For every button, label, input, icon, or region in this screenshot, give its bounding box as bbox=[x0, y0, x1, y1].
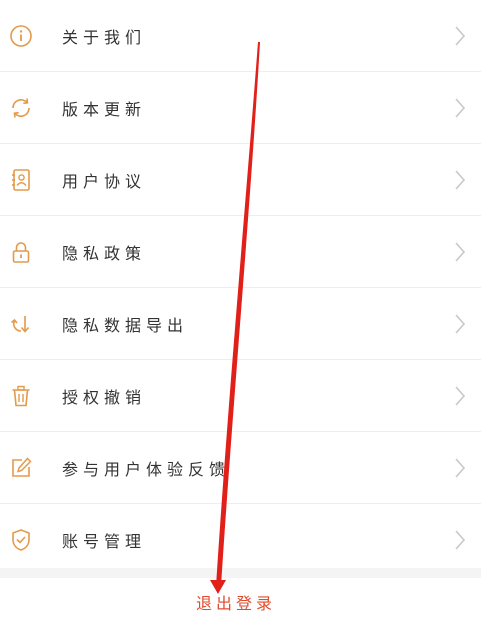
chevron-right-icon bbox=[453, 384, 467, 408]
menu-item-privacy-data-export[interactable]: 隐私数据导出 bbox=[0, 288, 481, 360]
settings-menu: 关于我们 版本更新 用户协议 隐私政策 隐私数据导出 授权撤销 参与用户体验反馈… bbox=[0, 0, 481, 576]
menu-item-account-management[interactable]: 账号管理 bbox=[0, 504, 481, 576]
menu-item-label: 隐私政策 bbox=[62, 243, 147, 263]
menu-item-label: 授权撤销 bbox=[62, 387, 147, 407]
shield-check-icon bbox=[8, 527, 34, 553]
menu-item-label: 参与用户体验反馈 bbox=[62, 459, 231, 479]
menu-item-label: 关于我们 bbox=[62, 27, 147, 47]
menu-item-privacy-policy[interactable]: 隐私政策 bbox=[0, 216, 481, 288]
menu-item-about[interactable]: 关于我们 bbox=[0, 0, 481, 72]
section-divider bbox=[0, 568, 481, 578]
chevron-right-icon bbox=[453, 96, 467, 120]
logout-label: 退出登录 bbox=[196, 594, 277, 613]
refresh-icon bbox=[8, 95, 34, 121]
chevron-right-icon bbox=[453, 240, 467, 264]
lock-icon bbox=[8, 239, 34, 265]
export-arrows-icon bbox=[8, 311, 34, 337]
chevron-right-icon bbox=[453, 24, 467, 48]
menu-item-revoke-authorization[interactable]: 授权撤销 bbox=[0, 360, 481, 432]
chevron-right-icon bbox=[453, 528, 467, 552]
info-icon bbox=[8, 23, 34, 49]
menu-item-label: 版本更新 bbox=[62, 99, 147, 119]
chevron-right-icon bbox=[453, 456, 467, 480]
menu-item-label: 隐私数据导出 bbox=[62, 315, 189, 335]
menu-item-version-update[interactable]: 版本更新 bbox=[0, 72, 481, 144]
menu-item-user-feedback[interactable]: 参与用户体验反馈 bbox=[0, 432, 481, 504]
contact-card-icon bbox=[8, 167, 34, 193]
edit-icon bbox=[8, 455, 34, 481]
menu-item-label: 用户协议 bbox=[62, 171, 147, 191]
chevron-right-icon bbox=[453, 168, 467, 192]
chevron-right-icon bbox=[453, 312, 467, 336]
menu-item-label: 账号管理 bbox=[62, 532, 147, 551]
logout-button[interactable]: 退出登录 bbox=[0, 578, 481, 626]
menu-item-user-agreement[interactable]: 用户协议 bbox=[0, 144, 481, 216]
trash-icon bbox=[8, 383, 34, 409]
